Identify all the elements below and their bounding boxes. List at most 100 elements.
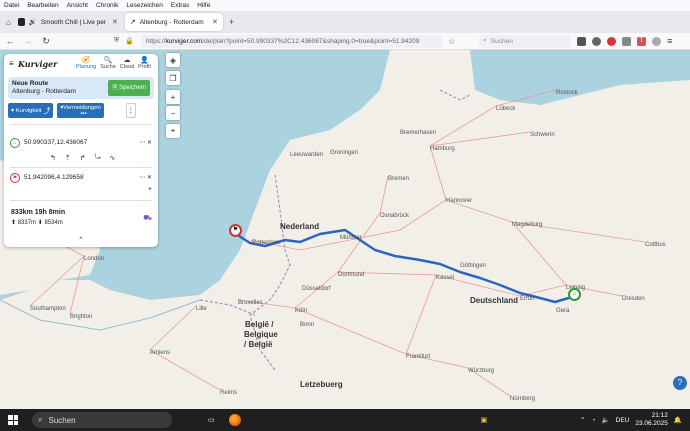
shield-icon[interactable]: ⛨ [114, 37, 119, 45]
chevron-up-icon[interactable]: ⌃ [580, 416, 585, 424]
route-name[interactable]: Altenburg - Rotterdam [12, 88, 76, 95]
extension-icon[interactable] [622, 36, 632, 46]
zoom-out-button[interactable]: − [166, 106, 180, 120]
wave-icon[interactable]: ∿ [109, 154, 115, 162]
download-icon[interactable] [592, 36, 602, 46]
adblock-icon[interactable] [607, 36, 617, 46]
account-icon[interactable] [652, 36, 662, 46]
url-bar[interactable]: https://kurviger.com/de/plan?point=50.99… [141, 34, 442, 48]
waypoint-controls[interactable]: ⋯ ✕ [139, 174, 152, 181]
menu-icon[interactable]: ≡ [9, 59, 14, 68]
city-label: Bremerhaven [400, 130, 437, 136]
close-icon[interactable]: ✕ [112, 18, 118, 26]
menu-item-4[interactable]: Lesezeichen [126, 2, 163, 9]
search-icon: ⌕ [483, 37, 487, 44]
bookmark-star-icon[interactable]: ☆ [448, 37, 455, 46]
nav-cloud[interactable]: ☁ Cloud [120, 56, 134, 70]
city-label: Gera [556, 308, 570, 314]
widgets-icon[interactable]: ▭ [208, 416, 215, 424]
nav-search[interactable]: 🔍 Suche [100, 56, 116, 70]
nav-profile[interactable]: 👤 Profil [138, 56, 151, 70]
tab-route[interactable]: ↗ Altenburg - Rotterdam ✕ [124, 13, 223, 31]
more-options-button[interactable]: ⋮ [125, 103, 136, 118]
menu-item-6[interactable]: Hilfe [197, 2, 210, 9]
copy-button[interactable]: ❐ [166, 71, 180, 85]
menu-item-3[interactable]: Chronik [96, 2, 118, 9]
country-label: Belgique [244, 330, 278, 339]
country-label: Letzebuerg [300, 380, 343, 389]
save-button[interactable]: 🗎 Speichern [108, 80, 150, 96]
route-title: Neue Route [12, 80, 49, 87]
search-icon: 🔍 [103, 57, 113, 64]
nav-search-label: Suche [100, 64, 116, 70]
lock-icon[interactable]: 🔒 [125, 37, 134, 45]
firefox-icon[interactable] [228, 414, 241, 426]
menu-item-1[interactable]: Bearbeiten [27, 2, 58, 9]
option-buttons: ▾ Kurvigkeit ⤴ ▾Vermeidungen ▪▪▪ ⋮ [8, 103, 136, 118]
close-icon[interactable]: ✕ [212, 18, 218, 26]
back-button[interactable]: ← [4, 36, 16, 46]
nav-bar: ← → ↻ ⛨ 🔒 https://kurviger.com/de/plan?p… [0, 33, 690, 50]
flag-icon: ⚑ [10, 172, 20, 183]
shaping-options[interactable]: ↰ ⇡ ↱ ⤿ ∿ [50, 154, 115, 162]
turn-left-icon[interactable]: ↰ [50, 154, 56, 162]
language-indicator[interactable]: DEU [616, 417, 630, 424]
curviness-button[interactable]: ▾ Kurvigkeit ⤴ [8, 103, 54, 118]
file-explorer-icon[interactable]: ▣ [481, 416, 488, 424]
city-label: Hannover [446, 198, 473, 204]
tab-music[interactable]: 🔊 Smooth Chill | Live per Wel ✕ [13, 13, 123, 31]
start-waypoint[interactable]: ⌂ 50.990337,12.436067 ⋯ ✕ [10, 137, 152, 148]
menu-item-5[interactable]: Extras [171, 2, 189, 9]
reload-button[interactable]: ↻ [40, 36, 52, 47]
home-icon: ⌂ [10, 137, 20, 148]
loop-icon[interactable]: ⤿ [95, 154, 101, 162]
collapse-chevron-icon[interactable]: ⌃ [78, 236, 84, 244]
straight-icon[interactable]: ⇡ [65, 154, 71, 162]
save-label: Speichern [118, 85, 146, 91]
start-marker-icon[interactable]: ⌂ [568, 288, 581, 301]
menu-item-0[interactable]: Datei [4, 2, 19, 9]
help-button[interactable]: ? [673, 376, 687, 390]
end-waypoint[interactable]: ⚑ 51.942096,4.129658 ⋯ ✕ [10, 172, 152, 183]
route-line [235, 228, 573, 304]
notification-icon[interactable]: 🔔 [674, 416, 682, 424]
country-label: / België [244, 340, 273, 349]
distance: 833km [11, 209, 33, 216]
city-label: Kassel [436, 275, 455, 281]
nav-planning[interactable]: 🧭 Planung [76, 56, 96, 70]
end-coordinates[interactable]: 51.942096,4.129658 [24, 174, 84, 181]
t-extension-icon[interactable]: T [637, 36, 647, 46]
menu-item-2[interactable]: Ansicht [67, 2, 88, 9]
city-label: Dortmund [338, 272, 365, 278]
url-prefix: https:// [145, 37, 166, 45]
end-marker-icon[interactable]: ⚑ [229, 224, 242, 237]
layers-button[interactable]: ◈ [166, 53, 180, 67]
clock[interactable]: 21:12 23.06.2025 [635, 412, 668, 428]
clock-time: 21:12 [651, 412, 668, 419]
search-input[interactable]: ⌕ Suchen [479, 34, 572, 48]
network-icon[interactable]: ◔ [592, 417, 596, 424]
descent: 8534m [44, 220, 63, 226]
hamburger-menu-icon[interactable]: ≡ [667, 36, 672, 46]
city-label: Göttingen [460, 263, 487, 269]
start-coordinates[interactable]: 50.990337,12.436067 [24, 139, 87, 146]
avoidances-button[interactable]: ▾Vermeidungen ▪▪▪ [57, 103, 104, 118]
windows-start-icon[interactable] [8, 415, 18, 425]
descent-icon: ⬇ [37, 220, 43, 226]
forward-button[interactable]: → [22, 36, 34, 46]
route-info: Neue Route Altenburg - Rotterdam 🗎 Speic… [8, 77, 154, 99]
city-label: Lille [196, 306, 207, 312]
taskbar-search[interactable]: ⌕ Suchen [32, 412, 172, 428]
curve-right-icon[interactable]: ↱ [80, 154, 86, 162]
pocket-icon[interactable] [577, 36, 587, 46]
waypoint-controls[interactable]: ⋯ ✕ [139, 139, 152, 146]
export-icon[interactable]: ⛟ [143, 214, 152, 223]
panel-nav: 🧭 Planung 🔍 Suche ☁ Cloud 👤 Profil [76, 56, 151, 70]
volume-icon[interactable]: 🔈 [602, 416, 610, 424]
kurviger-favicon-icon: ↗ [129, 19, 136, 26]
new-tab-button[interactable]: + [229, 17, 234, 27]
tab-list-icon[interactable]: ⌂ [6, 18, 11, 27]
locate-button[interactable]: ⌖ [166, 124, 180, 138]
zoom-in-button[interactable]: + [166, 90, 180, 104]
add-waypoint-button[interactable]: + [148, 186, 152, 193]
